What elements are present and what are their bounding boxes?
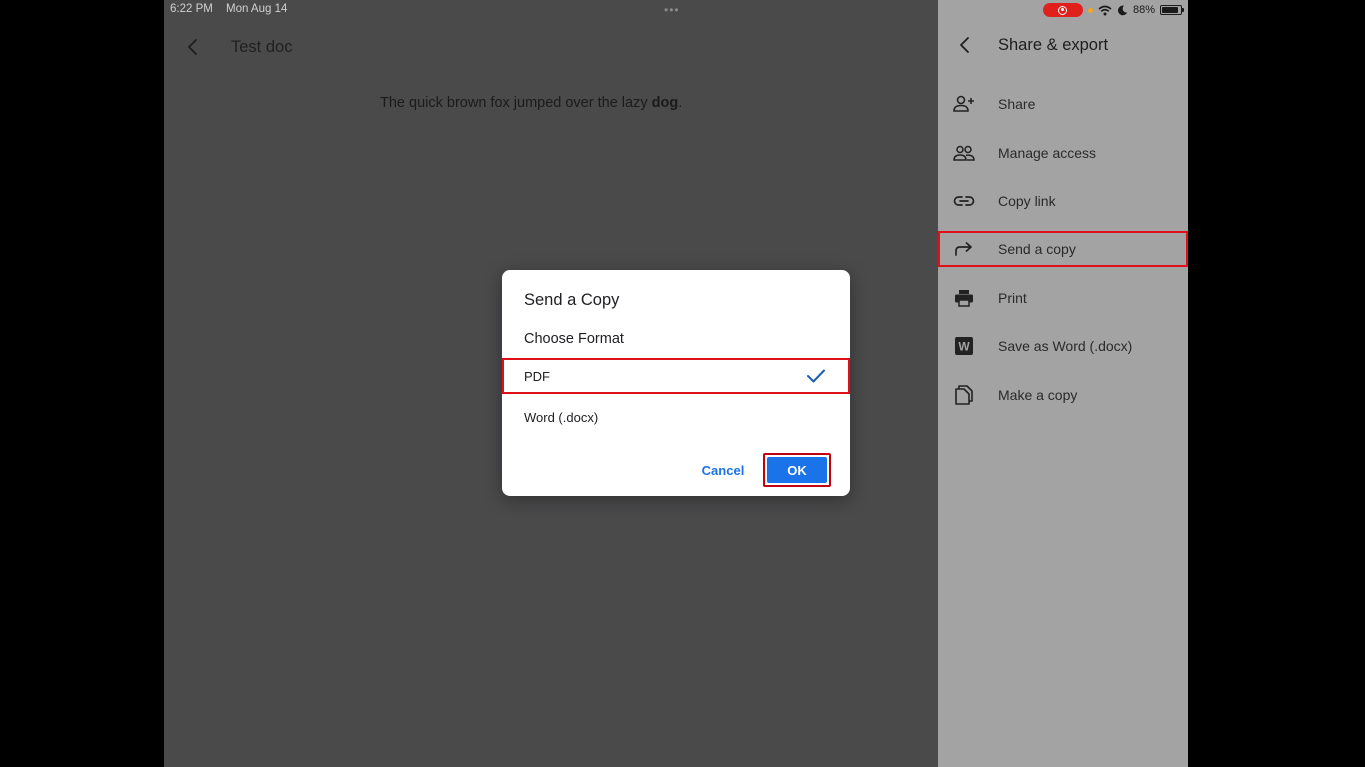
multitasking-dots-icon[interactable]: ••• bbox=[664, 3, 680, 17]
menu-item-label: Print bbox=[998, 290, 1027, 306]
forward-arrow-icon bbox=[953, 238, 975, 260]
back-chevron-icon[interactable] bbox=[956, 36, 974, 54]
moon-icon bbox=[1117, 5, 1128, 15]
format-option-word[interactable]: Word (.docx) bbox=[502, 399, 850, 435]
format-option-label: Word (.docx) bbox=[524, 409, 599, 425]
menu-item-make-a-copy[interactable]: Make a copy bbox=[938, 377, 1188, 413]
menu-item-label: Manage access bbox=[998, 145, 1097, 161]
menu-item-save-as-word[interactable]: W Save as Word (.docx) bbox=[938, 328, 1188, 364]
status-time: 6:22 PM bbox=[170, 3, 213, 15]
printer-icon bbox=[953, 287, 975, 309]
dialog-title: Send a Copy bbox=[524, 291, 620, 309]
share-export-panel: 88% Share & export Share Manage access C… bbox=[938, 0, 1188, 767]
document-body-text[interactable]: The quick brown fox jumped over the lazy… bbox=[380, 95, 682, 111]
battery-icon bbox=[1160, 5, 1184, 15]
format-option-pdf[interactable]: PDF bbox=[502, 358, 850, 394]
menu-item-print[interactable]: Print bbox=[938, 280, 1188, 316]
people-icon bbox=[953, 142, 975, 164]
send-a-copy-dialog: Send a Copy Choose Format PDF Word (.doc… bbox=[502, 270, 850, 496]
status-date: Mon Aug 14 bbox=[226, 3, 288, 15]
menu-item-label: Copy link bbox=[998, 193, 1056, 209]
menu-item-label: Save as Word (.docx) bbox=[998, 338, 1133, 354]
menu-item-label: Share bbox=[998, 96, 1036, 112]
menu-item-share[interactable]: Share bbox=[938, 86, 1188, 122]
menu-item-label: Send a copy bbox=[998, 241, 1076, 257]
choose-format-label: Choose Format bbox=[524, 331, 624, 347]
status-indicators: 88% bbox=[1042, 2, 1184, 18]
mic-indicator-icon bbox=[1087, 7, 1093, 13]
person-add-icon bbox=[953, 93, 975, 115]
document-area: 6:22 PM Mon Aug 14 ••• Test doc The quic… bbox=[164, 0, 938, 767]
format-option-label: PDF bbox=[524, 368, 550, 384]
checkmark-icon bbox=[807, 369, 825, 383]
menu-item-label: Make a copy bbox=[998, 387, 1078, 403]
cancel-button[interactable]: Cancel bbox=[694, 457, 752, 483]
ok-button-highlight: OK bbox=[763, 453, 831, 487]
link-icon bbox=[953, 190, 975, 212]
copy-icon bbox=[953, 384, 975, 406]
menu-item-manage-access[interactable]: Manage access bbox=[938, 135, 1188, 171]
ok-button[interactable]: OK bbox=[767, 457, 827, 483]
battery-percentage: 88% bbox=[1132, 4, 1155, 16]
back-chevron-icon[interactable] bbox=[184, 38, 202, 56]
document-title: Test doc bbox=[231, 38, 293, 56]
menu-item-copy-link[interactable]: Copy link bbox=[938, 183, 1188, 219]
ipad-screen: 6:22 PM Mon Aug 14 ••• Test doc The quic… bbox=[164, 0, 1188, 767]
word-icon: W bbox=[953, 335, 975, 357]
wifi-icon bbox=[1098, 5, 1112, 15]
menu-item-send-a-copy[interactable]: Send a copy bbox=[938, 231, 1188, 267]
screen-recording-icon[interactable] bbox=[1042, 3, 1083, 17]
panel-title: Share & export bbox=[998, 36, 1109, 54]
svg-text:W: W bbox=[958, 340, 970, 354]
